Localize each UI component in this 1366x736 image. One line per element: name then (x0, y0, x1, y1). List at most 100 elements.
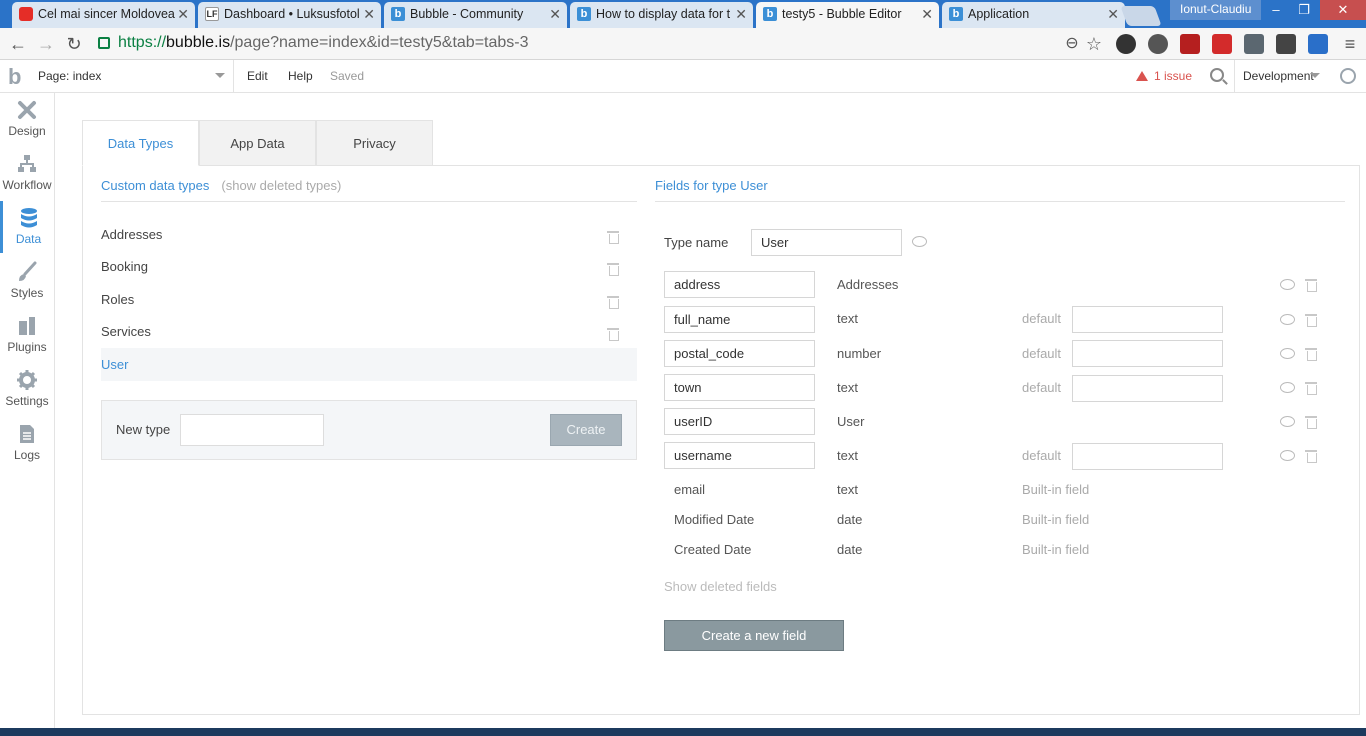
field-name-input[interactable]: town (664, 374, 815, 401)
field-name-input[interactable]: address (664, 271, 815, 298)
browser-tab-active[interactable]: b testy5 - Bubble Editor ✕ (756, 2, 939, 29)
page-selector[interactable]: Page: index (38, 60, 234, 92)
create-type-button[interactable]: Create (550, 414, 622, 446)
os-taskbar (0, 728, 1366, 736)
default-value-input[interactable] (1072, 306, 1223, 333)
field-type[interactable]: Addresses (837, 277, 898, 292)
field-name-input[interactable]: userID (664, 408, 815, 435)
sidebar-item-styles[interactable]: Styles (0, 255, 54, 309)
list-item[interactable]: Addresses (101, 218, 637, 251)
close-window-icon[interactable]: ✕ (1320, 0, 1366, 20)
issues-label: 1 issue (1154, 69, 1193, 83)
field-name-input[interactable]: username (664, 442, 815, 469)
trash-icon[interactable] (1305, 416, 1317, 429)
browser-tab[interactable]: Cel mai sincer Moldovea ✕ (12, 2, 195, 28)
menu-edit[interactable]: Edit (247, 60, 268, 92)
close-tab-icon[interactable]: ✕ (735, 2, 747, 26)
field-type[interactable]: text (837, 448, 858, 463)
trash-icon[interactable] (607, 231, 619, 244)
sidebar-item-logs[interactable]: Logs (0, 417, 54, 471)
zoom-icon[interactable]: ⊖ (1060, 32, 1084, 56)
close-tab-icon[interactable]: ✕ (177, 2, 189, 26)
back-icon[interactable]: ← (6, 32, 30, 56)
sidebar-item-label: Workflow (2, 178, 52, 192)
maximize-icon[interactable]: ❐ (1290, 0, 1318, 20)
type-name-field[interactable]: User (751, 229, 902, 256)
trash-icon[interactable] (1305, 314, 1317, 327)
acrobat-icon[interactable] (1180, 34, 1200, 54)
trash-icon[interactable] (607, 296, 619, 309)
sidebar-item-workflow[interactable]: Workflow (0, 147, 54, 201)
tab-app-data[interactable]: App Data (199, 120, 316, 166)
minimize-icon[interactable]: – (1262, 0, 1290, 20)
trash-icon[interactable] (1305, 450, 1317, 463)
menu-icon[interactable]: ≡ (1338, 32, 1362, 56)
show-deleted-types-link[interactable]: (show deleted types) (221, 178, 341, 193)
close-tab-icon[interactable]: ✕ (549, 2, 561, 26)
tab-privacy[interactable]: Privacy (316, 120, 433, 166)
list-item[interactable]: Roles (101, 283, 637, 316)
browser-tab[interactable]: LF Dashboard • Luksusfotol ✕ (198, 2, 381, 28)
browser-tab[interactable]: b Bubble - Community ✕ (384, 2, 567, 28)
sidebar-item-design[interactable]: Design (0, 93, 54, 147)
trash-icon[interactable] (607, 328, 619, 341)
new-type-input[interactable] (180, 414, 324, 446)
comment-icon[interactable] (1280, 348, 1295, 359)
extension-dark-icon[interactable] (1276, 34, 1296, 54)
close-tab-icon[interactable]: ✕ (363, 2, 375, 26)
close-tab-icon[interactable]: ✕ (921, 2, 933, 26)
default-value-input[interactable] (1072, 340, 1223, 367)
bubble-logo-icon[interactable]: b (8, 66, 21, 88)
field-type[interactable]: text (837, 380, 858, 395)
sidebar-item-plugins[interactable]: Plugins (0, 309, 54, 363)
comment-icon[interactable] (1280, 382, 1295, 393)
save-status: Saved (330, 69, 365, 83)
default-value-input[interactable] (1072, 443, 1223, 470)
comment-icon[interactable] (1280, 314, 1295, 325)
default-label: default (1022, 346, 1062, 361)
sidebar-item-settings[interactable]: Settings (0, 363, 54, 417)
url-text: https://bubble.is/page?name=index&id=tes… (118, 34, 529, 51)
show-deleted-fields-link[interactable]: Show deleted fields (664, 579, 777, 594)
trash-icon[interactable] (1305, 382, 1317, 395)
field-name-input[interactable]: postal_code (664, 340, 815, 367)
menu-help[interactable]: Help (288, 60, 313, 92)
comment-icon[interactable] (1280, 416, 1295, 427)
comment-icon[interactable] (1280, 279, 1295, 290)
trash-icon[interactable] (1305, 279, 1317, 292)
search-icon[interactable] (1210, 68, 1224, 82)
user-profile-icon[interactable] (1340, 68, 1356, 84)
close-tab-icon[interactable]: ✕ (1107, 2, 1119, 26)
address-bar[interactable]: https://bubble.is/page?name=index&id=tes… (94, 31, 1109, 57)
list-item[interactable]: Booking (101, 250, 637, 283)
field-type[interactable]: User (837, 414, 864, 429)
default-value-input[interactable] (1072, 375, 1223, 402)
extension-red-icon[interactable] (1212, 34, 1232, 54)
environment-selector[interactable]: Development (1234, 60, 1326, 92)
bookmark-star-icon[interactable]: ☆ (1082, 32, 1106, 56)
issues-indicator[interactable]: 1 issue (1136, 60, 1192, 92)
browser-tab[interactable]: b How to display data for t ✕ (570, 2, 753, 28)
extension-icon[interactable] (1116, 34, 1136, 54)
forward-icon[interactable]: → (34, 32, 58, 56)
new-tab-button[interactable] (1120, 6, 1162, 26)
browser-tab-title: testy5 - Bubble Editor (782, 7, 902, 21)
extension-blue-icon[interactable] (1308, 34, 1328, 54)
list-item-selected[interactable]: User (101, 348, 637, 381)
trash-icon[interactable] (1305, 348, 1317, 361)
comment-icon[interactable] (912, 236, 927, 247)
field-type[interactable]: text (837, 311, 858, 326)
browser-tab[interactable]: b Application ✕ (942, 2, 1125, 28)
extension-film-icon[interactable] (1148, 34, 1168, 54)
comment-icon[interactable] (1280, 450, 1295, 461)
dropbox-icon[interactable] (1244, 34, 1264, 54)
tab-data-types[interactable]: Data Types (82, 120, 199, 166)
trash-icon[interactable] (607, 263, 619, 276)
create-field-button[interactable]: Create a new field (664, 620, 844, 651)
list-item[interactable]: Services (101, 315, 637, 348)
browser-profile[interactable]: Ionut-Claudiu (1170, 0, 1262, 20)
field-name-input[interactable]: full_name (664, 306, 815, 333)
reload-icon[interactable]: ↻ (62, 32, 86, 56)
sidebar-item-data[interactable]: Data (0, 201, 54, 253)
field-type[interactable]: number (837, 346, 881, 361)
